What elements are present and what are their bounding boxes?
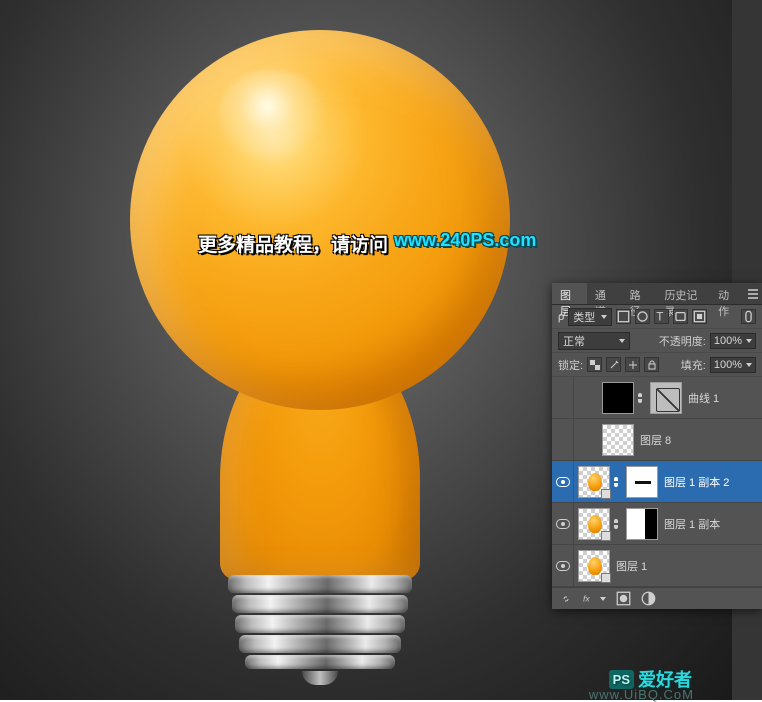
lock-pixels-icon[interactable] bbox=[606, 357, 621, 372]
visibility-toggle[interactable] bbox=[552, 419, 574, 460]
promo-text: 更多精品教程，请访问 www.240PS.com bbox=[198, 230, 536, 257]
tab-actions[interactable]: 动作 bbox=[710, 283, 745, 304]
layer-row[interactable]: 图层 1 副本 bbox=[552, 503, 762, 545]
filter-toggle[interactable] bbox=[741, 309, 756, 324]
layer-mask-thumb[interactable] bbox=[626, 508, 658, 540]
panel-tab-bar: 图层 通道 路径 历史记录 动作 bbox=[552, 283, 762, 305]
tab-layers[interactable]: 图层 bbox=[552, 283, 587, 304]
blend-mode-select[interactable]: 正常 bbox=[558, 332, 630, 350]
chevron-down-icon bbox=[746, 363, 752, 367]
smart-object-badge bbox=[601, 489, 611, 499]
visibility-toggle[interactable] bbox=[552, 461, 574, 502]
watermark-badge: PS bbox=[609, 670, 634, 689]
visibility-toggle[interactable] bbox=[552, 503, 574, 544]
bulb-glass bbox=[130, 30, 510, 410]
menu-icon bbox=[747, 289, 759, 299]
layer-name[interactable]: 图层 1 bbox=[616, 558, 647, 574]
layer-row-selected[interactable]: 图层 1 副本 2 bbox=[552, 461, 762, 503]
opacity-value: 100% bbox=[714, 335, 742, 347]
layer-name[interactable]: 图层 1 副本 bbox=[664, 516, 720, 532]
layer-thumb[interactable] bbox=[578, 466, 610, 498]
layer-mask-thumb[interactable] bbox=[626, 466, 658, 498]
panel-footer: fx bbox=[552, 587, 762, 609]
filter-pixel-icon[interactable] bbox=[616, 309, 631, 324]
opacity-field[interactable]: 100% bbox=[710, 333, 756, 349]
eye-icon bbox=[556, 561, 570, 571]
eye-icon bbox=[556, 477, 570, 487]
new-adjustment-button[interactable] bbox=[641, 591, 656, 606]
fill-value: 100% bbox=[714, 359, 742, 371]
filter-smart-icon[interactable] bbox=[692, 309, 707, 324]
lock-label: 锁定: bbox=[558, 357, 583, 373]
lock-position-icon[interactable] bbox=[625, 357, 640, 372]
layer-thumb[interactable] bbox=[602, 424, 634, 456]
tab-channels[interactable]: 通道 bbox=[587, 283, 622, 304]
layer-row[interactable]: 图层 1 bbox=[552, 545, 762, 587]
chevron-down-icon bbox=[746, 339, 752, 343]
adjustment-thumb[interactable] bbox=[650, 382, 682, 414]
fill-field[interactable]: 100% bbox=[710, 357, 756, 373]
layer-thumb[interactable] bbox=[578, 508, 610, 540]
smart-object-badge bbox=[601, 573, 611, 583]
layer-name[interactable]: 图层 8 bbox=[640, 432, 671, 448]
mask-link-icon[interactable] bbox=[610, 503, 622, 544]
tab-paths[interactable]: 路径 bbox=[622, 283, 657, 304]
blend-mode-value: 正常 bbox=[563, 333, 585, 349]
promo-text-url: www.240PS.com bbox=[394, 230, 536, 257]
svg-text:fx: fx bbox=[583, 594, 590, 604]
layer-filter-row: ρ 类型 T bbox=[552, 305, 762, 329]
chevron-down-icon bbox=[600, 597, 606, 601]
link-layers-button[interactable] bbox=[558, 591, 573, 606]
layer-thumb[interactable] bbox=[578, 550, 610, 582]
mask-link-icon[interactable] bbox=[610, 461, 622, 502]
filter-shape-icon[interactable] bbox=[673, 309, 688, 324]
layer-row[interactable]: 图层 8 bbox=[552, 419, 762, 461]
bulb-metal-base bbox=[228, 575, 412, 685]
fill-label: 填充: bbox=[681, 357, 706, 373]
layer-list: 曲线 1 图层 8 图层 1 副本 2 图层 1 副本 图层 1 bbox=[552, 377, 762, 587]
filter-kind-select[interactable]: 类型 bbox=[568, 308, 612, 326]
filter-kind-label: 类型 bbox=[573, 309, 595, 325]
eye-icon bbox=[556, 519, 570, 529]
filter-adjust-icon[interactable] bbox=[635, 309, 650, 324]
promo-text-cn: 更多精品教程，请访问 bbox=[198, 230, 388, 257]
mask-link-icon[interactable] bbox=[634, 377, 646, 418]
filter-type-icon[interactable]: T bbox=[654, 309, 669, 324]
panel-menu-button[interactable] bbox=[745, 283, 762, 304]
lock-transparent-icon[interactable] bbox=[587, 357, 602, 372]
layers-panel: 图层 通道 路径 历史记录 动作 ρ 类型 T 正常 不透明度: 100% bbox=[552, 283, 762, 609]
layer-mask-thumb[interactable] bbox=[602, 382, 634, 414]
smart-object-badge bbox=[601, 531, 611, 541]
visibility-toggle[interactable] bbox=[552, 377, 574, 418]
layer-name[interactable]: 曲线 1 bbox=[688, 390, 719, 406]
tab-history[interactable]: 历史记录 bbox=[656, 283, 710, 304]
visibility-toggle[interactable] bbox=[552, 545, 574, 586]
opacity-label: 不透明度: bbox=[659, 333, 706, 349]
lock-row: 锁定: 填充: 100% bbox=[552, 353, 762, 377]
lock-all-icon[interactable] bbox=[644, 357, 659, 372]
layer-row[interactable]: 曲线 1 bbox=[552, 377, 762, 419]
add-mask-button[interactable] bbox=[616, 591, 631, 606]
blend-row: 正常 不透明度: 100% bbox=[552, 329, 762, 353]
chevron-down-icon bbox=[601, 315, 607, 319]
chevron-down-icon bbox=[619, 339, 625, 343]
artwork-lightbulb bbox=[130, 30, 510, 575]
svg-text:T: T bbox=[657, 310, 664, 323]
layer-name[interactable]: 图层 1 副本 2 bbox=[664, 474, 729, 490]
fx-button[interactable]: fx bbox=[583, 591, 598, 606]
kind-icon: ρ bbox=[558, 311, 564, 323]
